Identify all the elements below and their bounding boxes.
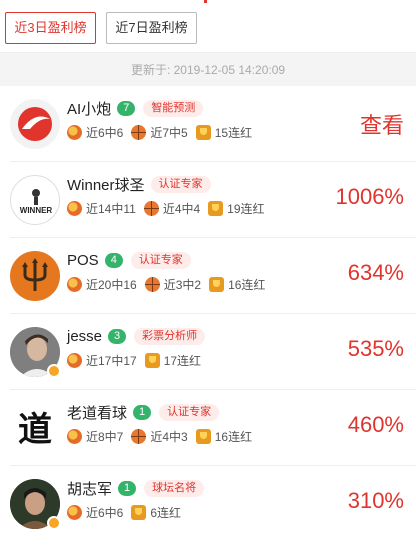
top-indicator [204,0,207,3]
stats-line: 近8中7 近4中3 16连红 [67,427,260,445]
expert-name[interactable]: AI小炮 [67,98,111,119]
expert-tag: 认证专家 [150,175,211,193]
expert-tag: 智能预测 [143,99,204,117]
calligraphy-logo-icon: 道 [18,410,52,450]
basketball-icon [131,428,147,444]
expert-name[interactable]: Winner球圣 [67,174,145,195]
stats-line: 近14中11 近4中4 19连红 [67,199,273,217]
stat-text: 16连红 [214,429,253,444]
level-badge: 1 [118,480,137,496]
update-time: 2019-12-05 14:20:09 [173,63,286,77]
list-item[interactable]: jesse 3 彩票分析师 近17中17 17连红 535% [10,314,416,390]
basketball-icon [131,124,147,140]
ranking-list: AI小炮 7 智能预测 近6中6 近7中5 15连红 查看 WINNER Win… [0,86,416,542]
avatar[interactable]: 道 [10,403,60,453]
list-item[interactable]: 胡志军 1 球坛名将 近6中6 6连红 310% [10,466,416,542]
status-dot [47,516,61,530]
stat-text: 16连红 [228,277,266,292]
trophy-icon [195,124,211,140]
level-badge: 3 [108,328,127,344]
trident-icon [22,258,48,291]
trophy-icon [208,200,224,216]
stat-text: 近20中16 [86,277,137,292]
stat-text: 6连红 [150,505,182,520]
list-item[interactable]: WINNER Winner球圣 认证专家 近14中11 近4中4 19连红 10… [10,162,416,238]
stat-text: 19连红 [227,201,265,216]
football-icon [67,504,82,520]
update-label: 更新于: [130,63,171,77]
avatar[interactable] [10,327,61,378]
tab-7day-profit[interactable]: 近7日盈利榜 [106,12,197,44]
stats-line: 近6中6 6连红 [67,503,189,521]
avatar[interactable]: WINNER [10,175,60,225]
stat-text: 近4中4 [162,201,201,216]
expert-tag: 彩票分析师 [134,327,206,345]
level-badge: 1 [133,404,152,420]
football-icon [67,276,82,292]
expert-name[interactable]: 胡志军 [67,478,112,499]
stat-text: 17连红 [163,353,202,368]
avatar[interactable] [10,251,60,301]
expert-tag: 球坛名将 [144,479,205,497]
stat-text: 近8中7 [86,429,124,444]
stat-text: 近6中6 [86,505,124,520]
status-dot [47,364,61,378]
profit-rate: 634% [347,260,404,285]
trophy-icon [144,352,160,368]
level-badge: 4 [104,252,123,268]
stat-text: 近6中6 [86,125,124,140]
basketball-icon [144,276,160,292]
stat-text: 近14中11 [86,201,136,216]
list-item[interactable]: POS 4 认证专家 近20中16 近3中2 16连红 634% [10,238,416,314]
list-item[interactable]: AI小炮 7 智能预测 近6中6 近7中5 15连红 查看 [10,86,416,162]
winner-logo-text: WINNER [20,206,53,215]
profit-rate: 535% [347,336,404,361]
view-link[interactable]: 查看 [360,108,404,140]
stat-text: 近17中17 [86,353,137,368]
winner-logo-icon: WINNER [20,189,53,215]
ai-logo-icon [18,107,52,141]
football-icon [67,352,82,368]
stats-line: 近6中6 近7中5 15连红 [67,123,260,141]
expert-name[interactable]: jesse [67,328,102,345]
football-icon [67,428,82,444]
trophy-icon [209,276,225,292]
level-badge: 7 [117,100,136,116]
stat-text: 近7中5 [150,125,188,140]
stats-line: 近17中17 17连红 [67,351,209,369]
stat-text: 近3中2 [163,277,202,292]
expert-name[interactable]: POS [67,252,99,269]
profit-rate: 1006% [335,184,404,209]
dao-logo-text: 道 [18,410,52,450]
trophy-icon [195,428,211,444]
profit-rate: 460% [347,412,404,437]
expert-tag: 认证专家 [130,251,191,269]
trophy-icon [131,504,147,520]
stats-line: 近20中16 近3中2 16连红 [67,275,273,293]
football-icon [67,124,82,140]
update-time-bar: 更新于: 2019-12-05 14:20:09 [0,52,416,86]
stat-text: 近4中3 [150,429,188,444]
ranking-tabs: 近3日盈利榜 近7日盈利榜 [0,0,416,52]
avatar[interactable] [10,479,61,530]
avatar[interactable] [10,99,60,149]
list-item[interactable]: 道 老道看球 1 认证专家 近8中7 近4中3 16连红 460% [10,390,416,466]
stat-text: 15连红 [214,125,253,140]
football-icon [67,200,82,216]
tab-3day-profit[interactable]: 近3日盈利榜 [5,12,96,44]
basketball-icon [143,200,159,216]
expert-name[interactable]: 老道看球 [67,402,127,423]
expert-tag: 认证专家 [159,403,220,421]
profit-rate: 310% [347,488,404,513]
